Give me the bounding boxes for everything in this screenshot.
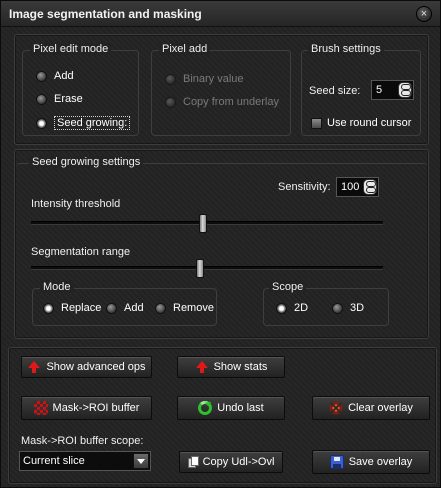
window-title: Image segmentation and masking [9,7,202,21]
top-settings-panel: Pixel edit mode Add Erase Seed growing: … [14,34,429,145]
scope-group: Scope 2D 3D [263,281,389,326]
copy-udl-to-ovl-button[interactable]: Copy Udl->Ovl [179,451,283,473]
radio-indicator [36,70,47,82]
pixel-add-binary-radio[interactable]: Binary value [165,73,244,85]
button-label: Undo last [217,402,264,414]
radio-label: Remove [173,302,214,314]
round-cursor-checkbox[interactable]: Use round cursor [311,117,411,129]
radio-indicator [165,96,176,108]
radio-indicator [36,117,47,129]
seed-size-label: Seed size: [309,85,361,97]
save-icon [329,455,344,469]
radio-indicator [332,302,343,314]
radio-indicator [43,302,54,314]
radio-indicator [155,302,166,314]
title-bar: Image segmentation and masking × [1,1,440,27]
red-up-arrow-icon [195,360,209,374]
brush-settings-legend: Brush settings [308,43,384,55]
mode-add-radio[interactable]: Add [106,302,144,314]
intensity-threshold-label: Intensity threshold [31,198,121,210]
checkbox-box [311,117,322,129]
radio-label: Add [54,70,74,82]
radio-label: Seed growing: [54,116,131,130]
sensitivity-spinner[interactable]: 100 [336,177,379,197]
button-label: Copy Udl->Ovl [202,456,275,468]
scope-legend: Scope [269,281,307,293]
scope-3d-radio[interactable]: 3D [332,302,364,314]
red-up-arrow-icon [27,360,41,374]
seed-growing-panel: Seed growing settings Sensitivity: 100 I… [14,149,429,339]
pixel-add-group: Pixel add Binary value Copy from underla… [151,43,291,136]
mode-replace-radio[interactable]: Replace [43,302,101,314]
radio-label: Replace [61,302,102,314]
close-button[interactable]: × [416,6,432,22]
slider-thumb[interactable] [195,259,204,278]
brush-settings-group: Brush settings Seed size: 5 Use round cu… [301,43,421,136]
radio-label: Erase [54,93,83,105]
radio-indicator [165,73,176,85]
mode-legend: Mode [40,281,74,293]
edit-mode-add-radio[interactable]: Add [36,70,74,82]
pixel-edit-mode-legend: Pixel edit mode [30,43,112,55]
button-label: Mask->ROI buffer [52,402,140,414]
scope-2d-radio[interactable]: 2D [276,302,308,314]
seed-growing-legend: Seed growing settings [29,156,144,168]
undo-icon [198,401,213,415]
radio-label: Binary value [183,73,244,85]
sensitivity-label: Sensitivity: [278,181,331,193]
clear-icon [329,401,344,415]
spinner-arrows-icon[interactable] [363,179,377,195]
segmentation-range-label: Segmentation range [31,246,131,258]
pixel-add-legend: Pixel add [159,43,211,55]
pixel-add-copy-underlay-radio[interactable]: Copy from underlay [165,96,279,108]
radio-label: Copy from underlay [183,96,279,108]
radio-indicator [276,302,287,314]
show-stats-button[interactable]: Show stats [177,356,285,378]
radio-indicator [36,93,47,105]
save-overlay-button[interactable]: Save overlay [312,450,430,474]
radio-indicator [106,302,117,314]
segmentation-window: Image segmentation and masking × Pixel e… [0,0,441,488]
roi-scope-select[interactable]: Current slice [19,451,151,471]
edit-mode-erase-radio[interactable]: Erase [36,93,83,105]
button-label: Save overlay [348,456,413,468]
clear-overlay-button[interactable]: Clear overlay [312,396,430,420]
intensity-threshold-slider[interactable] [31,214,383,233]
radio-label: 3D [350,302,365,314]
pixel-edit-mode-group: Pixel edit mode Add Erase Seed growing: [22,43,139,136]
button-label: Show stats [213,361,268,373]
seed-size-spinner[interactable]: 5 [371,80,414,100]
radio-label: Add [124,302,144,314]
mode-group: Mode Replace Add Remove [32,281,217,326]
edit-mode-seed-growing-radio[interactable]: Seed growing: [36,116,131,130]
segmentation-range-slider[interactable] [31,259,383,278]
chevron-down-icon[interactable] [133,453,149,469]
roi-scope-value: Current slice [23,455,85,467]
show-advanced-ops-button[interactable]: Show advanced ops [21,356,152,378]
sensitivity-value: 100 [341,181,360,193]
mode-remove-radio[interactable]: Remove [155,302,214,314]
checkbox-label: Use round cursor [327,117,412,129]
mask-to-roi-buffer-button[interactable]: Mask->ROI buffer [21,396,152,420]
copy-icon [187,456,199,468]
radio-label: 2D [294,302,309,314]
mask-icon [33,401,48,415]
slider-thumb[interactable] [199,214,208,233]
undo-last-button[interactable]: Undo last [177,396,285,420]
seed-size-value: 5 [376,84,383,96]
spinner-arrows-icon[interactable] [398,82,412,98]
button-label: Clear overlay [348,402,413,414]
roi-scope-label: Mask->ROI buffer scope: [21,435,144,447]
button-label: Show advanced ops [46,361,146,373]
